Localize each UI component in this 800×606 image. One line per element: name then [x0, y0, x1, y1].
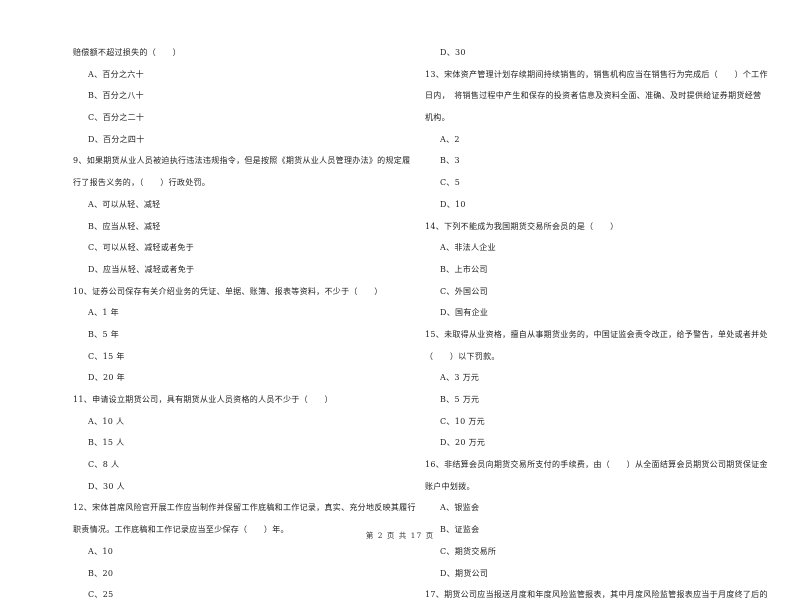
answer-option: C、百分之二十 [88, 113, 145, 123]
question-text: 日内， 将销售过程中产生和保存的投资者信息及资料全面、准确、及时提供给证券期货经… [425, 91, 762, 101]
question-text: 14、下列不能成为我国期货交易所会员的是（ ） [425, 221, 619, 231]
answer-option: C、8 人 [88, 460, 120, 470]
answer-option: C、10 万元 [440, 416, 485, 426]
question-text: 12、宋体首席风险官开展工作应当制作并保留工作底稿和工作记录，真实、充分地反映其… [73, 503, 416, 513]
answer-option: D、国有企业 [440, 308, 489, 318]
answer-option: A、1 年 [88, 308, 119, 318]
answer-option: C、可以从轻、减轻或者免于 [88, 243, 195, 253]
answer-option: A、2 [440, 134, 460, 144]
answer-option: C、期货交易所 [440, 546, 497, 556]
question-text: 9、如果期货从业人员被迫执行违法违规指令，但是按照《期货从业人员管理办法》的规定… [73, 156, 411, 166]
answer-option: A、10 [88, 546, 114, 556]
left-column: 赔偿额不超过损失的（ ） A、百分之六十 B、百分之八十 C、百分之二十 D、百分之四十… [73, 42, 416, 606]
answer-option: A、10 人 [88, 416, 125, 426]
answer-option: C、15 年 [88, 351, 125, 361]
answer-option: A、百分之六十 [88, 69, 144, 79]
answer-option: D、30 人 [88, 481, 125, 491]
answer-option: D、10 [440, 199, 466, 209]
answer-option: A、银监会 [440, 503, 480, 513]
answer-option: D、应当从轻、减轻或者免于 [88, 264, 195, 274]
question-text: 10、证券公司保存有关介绍业务的凭证、单据、账簿、报表等资料，不少于（ ） [73, 286, 383, 296]
question-text: 11、申请设立期货公司，具有期货从业人员资格的人员不少于（ ） [73, 395, 333, 404]
answer-option: B、3 [440, 156, 460, 166]
question-text: 16、非结算会员向期货交易所支付的手续费，由（ ）从全面结算会员期货公司期货保证… [425, 460, 768, 470]
answer-option: D、百分之四十 [88, 134, 145, 144]
answer-option: A、非法人企业 [440, 243, 496, 253]
answer-option: B、应当从轻、减轻 [88, 221, 161, 231]
question-text: 13、宋体资产管理计划存续期间持续销售的，销售机构应当在销售行为完成后（ ）个工… [425, 69, 768, 79]
answer-option: C、5 [440, 178, 461, 188]
answer-option: A、可以从轻、减轻 [88, 199, 161, 209]
question-text: 赔偿额不超过损失的（ ） [73, 48, 181, 57]
page-footer: 第 2 页 共 17 页 [365, 531, 435, 540]
question-text: 15、未取得从业资格，擅自从事期货业务的，中国证监会责令改正，给予警告，单处或者… [425, 329, 768, 339]
question-text: （ ）以下罚款。 [425, 351, 500, 361]
answer-option: B、20 [88, 568, 114, 578]
answer-option: C、外国公司 [440, 286, 488, 296]
question-text: 账户中划拨。 [425, 481, 475, 491]
answer-option: D、30 [440, 48, 466, 57]
answer-option: B、5 年 [88, 329, 120, 339]
answer-option: D、20 万元 [440, 438, 486, 448]
answer-option: B、上市公司 [440, 264, 488, 274]
right-column: D、30 13、宋体资产管理计划存续期间持续销售的，销售机构应当在销售行为完成后（… [425, 42, 770, 606]
answer-option: C、25 [88, 590, 114, 600]
answer-option: B、5 万元 [440, 395, 480, 404]
question-text: 行了报告义务的，（ ）行政处罚。 [73, 178, 211, 188]
answer-option: D、期货公司 [440, 568, 489, 578]
answer-option: D、20 年 [88, 373, 125, 383]
answer-option: A、3 万元 [440, 373, 480, 383]
question-text: 17、期货公司应当报送月度和年度风险监管报表，其中月度风险监管报表应当于月度终了… [425, 590, 768, 600]
answer-option: B、15 人 [88, 438, 125, 448]
answer-option: B、百分之八十 [88, 91, 144, 101]
question-text: 机构。 [425, 113, 450, 123]
